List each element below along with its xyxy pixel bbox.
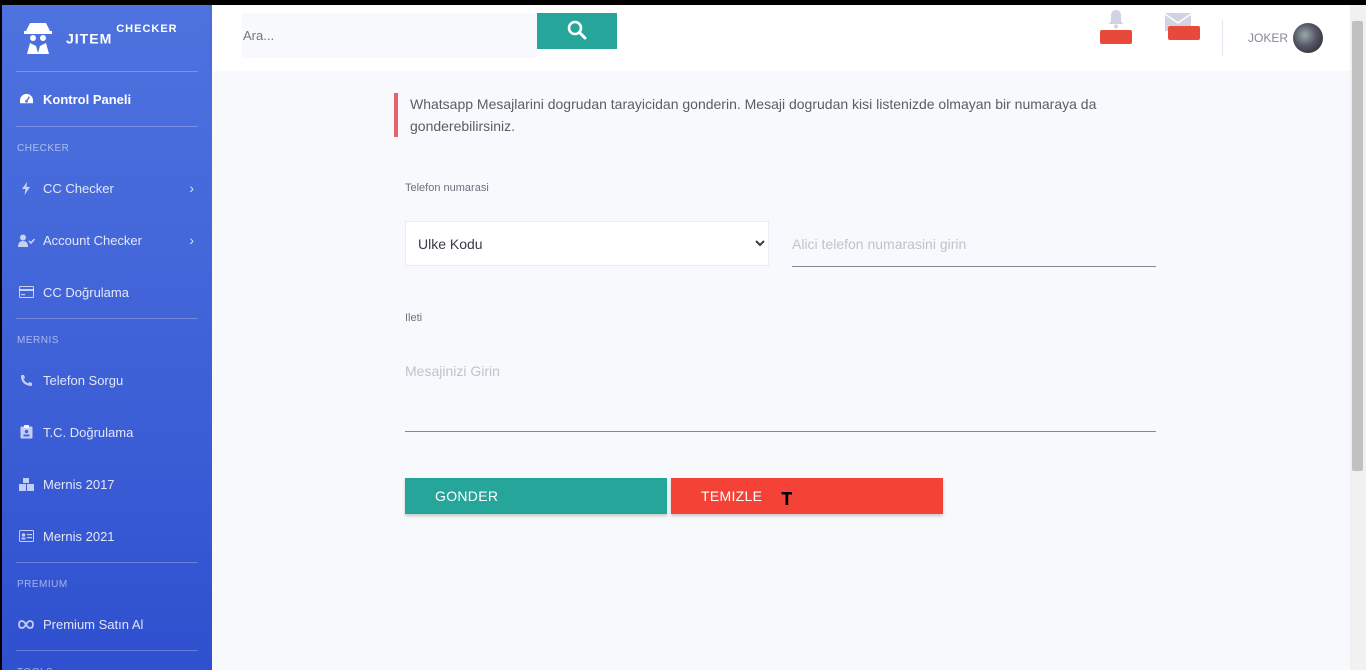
user-name[interactable]: JOKER xyxy=(1248,31,1288,45)
main-content: Whatsapp Mesajlarini dogrudan tarayicida… xyxy=(212,71,1350,670)
sidebar-item-label: CC Doğrulama xyxy=(43,284,129,300)
sidebar-item-label: Kontrol Paneli xyxy=(43,91,132,107)
scrollbar-thumb[interactable] xyxy=(1352,21,1363,471)
brand[interactable]: JITEMCHECKER xyxy=(2,5,212,71)
boxes-icon xyxy=(17,477,35,491)
bolt-icon xyxy=(17,181,35,195)
sidebar-item-label: Mernis 2017 xyxy=(43,476,115,492)
topbar: JOKER xyxy=(212,5,1350,71)
section-heading-checker: CHECKER xyxy=(17,143,70,154)
brand-name: JITEMCHECKER xyxy=(66,23,178,47)
sidebar-item-cc-checker[interactable]: CC Checker › xyxy=(2,162,212,214)
user-check-icon xyxy=(17,233,35,247)
messages-badge xyxy=(1168,26,1200,40)
sidebar-item-telefon-sorgu[interactable]: Telefon Sorgu xyxy=(2,354,212,406)
chevron-right-icon: › xyxy=(189,180,194,196)
sidebar-item-mernis-2017[interactable]: Mernis 2017 xyxy=(2,458,212,510)
scrollbar[interactable] xyxy=(1350,5,1366,670)
sidebar-item-tc-dogrulama[interactable]: T.C. Doğrulama xyxy=(2,406,212,458)
chevron-right-icon: › xyxy=(189,232,194,248)
tachometer-icon xyxy=(17,92,35,106)
sidebar-item-mernis-2021[interactable]: Mernis 2021 xyxy=(2,510,212,562)
sidebar-item-label: CC Checker xyxy=(43,180,114,196)
sidebar-item-label: Account Checker xyxy=(43,232,142,248)
phone-number-input[interactable] xyxy=(792,221,1156,267)
avatar[interactable] xyxy=(1293,23,1323,53)
sidebar-item-label: Premium Satın Al xyxy=(43,616,144,632)
message-input[interactable] xyxy=(405,358,1156,432)
section-heading-premium: PREMIUM xyxy=(17,579,68,590)
id-badge-icon xyxy=(17,425,35,439)
bell-icon xyxy=(1109,10,1123,29)
section-heading-mernis: MERNIS xyxy=(17,335,59,346)
search-input[interactable] xyxy=(242,13,537,58)
info-note: Whatsapp Mesajlarini dogrudan tarayicida… xyxy=(394,93,1154,137)
sidebar-item-cc-dogrulama[interactable]: CC Doğrulama xyxy=(2,266,212,318)
send-button[interactable]: GONDER xyxy=(405,478,667,514)
sidebar-item-account-checker[interactable]: Account Checker › xyxy=(2,214,212,266)
sidebar-item-label: Telefon Sorgu xyxy=(43,372,124,388)
sidebar-item-label: T.C. Doğrulama xyxy=(43,424,134,440)
country-code-select[interactable]: Ulke Kodu xyxy=(405,221,769,266)
topbar-divider xyxy=(1222,20,1223,56)
search-button[interactable] xyxy=(537,13,617,49)
messages-button[interactable] xyxy=(1164,13,1200,40)
sidebar: JITEMCHECKER Kontrol Paneli CHECKER CC C… xyxy=(2,5,212,670)
id-card-icon xyxy=(17,529,35,543)
phone-label: Telefon numarasi xyxy=(405,182,489,194)
infinity-icon xyxy=(17,617,35,631)
spy-logo-icon xyxy=(22,21,54,55)
search-bar xyxy=(242,13,617,58)
alerts-button[interactable] xyxy=(1100,9,1132,44)
sidebar-item-premium-satin-al[interactable]: Premium Satın Al xyxy=(2,598,212,650)
credit-card-icon xyxy=(17,285,35,299)
search-icon xyxy=(567,20,587,43)
sidebar-item-label: Mernis 2021 xyxy=(43,528,115,544)
sidebar-item-dashboard[interactable]: Kontrol Paneli xyxy=(2,72,212,126)
section-heading-tools: TOOLS xyxy=(2,651,212,670)
alerts-badge xyxy=(1100,30,1132,44)
clear-button[interactable]: TEMIZLE xyxy=(671,478,943,514)
message-label: Ileti xyxy=(405,312,423,324)
text-cursor-icon: 𝐓 xyxy=(781,489,793,509)
phone-icon xyxy=(17,373,35,387)
